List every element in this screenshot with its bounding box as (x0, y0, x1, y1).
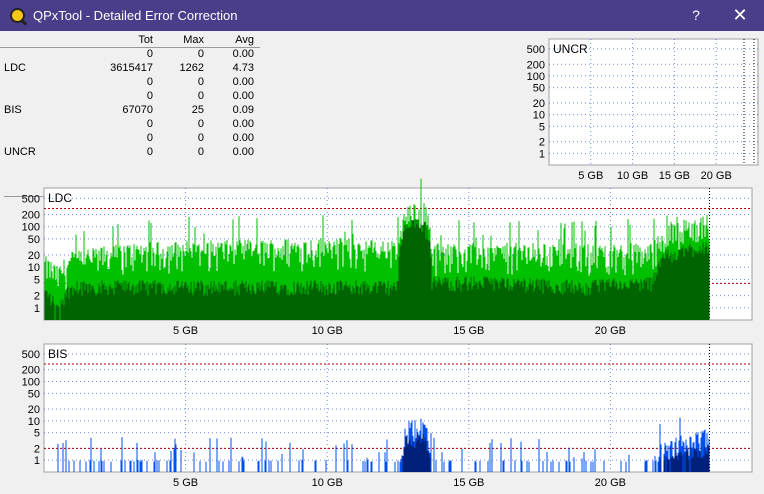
x-tick-label: 20 GB (595, 325, 626, 337)
stats-row-avg: 0.00 (232, 48, 254, 60)
y-tick-label: 200 (527, 59, 545, 71)
y-tick-label: 10 (533, 110, 545, 122)
y-tick-label: 5 (34, 274, 40, 286)
stats-header-max: Max (183, 34, 204, 46)
stats-row-max: 0 (197, 118, 204, 130)
stats-header-row: Tot Max Avg (0, 34, 260, 48)
chart-canvas: 12 51020 50100200 500 5 GB 10 GB 15 GB 20 GB BIS (22, 343, 753, 489)
y-tick-label: 500 (22, 349, 40, 361)
stats-row: 0 0 0.00 (0, 132, 260, 146)
x-tick-label: 20 GB (701, 170, 732, 182)
y-tick-label: 2 (34, 443, 40, 455)
y-tick-label: 100 (527, 71, 545, 83)
stats-row-tot: 0 (146, 118, 153, 130)
y-tick-label: 1 (539, 148, 545, 160)
close-button[interactable]: ✕ (726, 3, 754, 27)
y-tick-label: 10 (28, 262, 40, 274)
stats-row: 0 0 0.00 (0, 118, 260, 132)
x-tick-label: 15 GB (453, 477, 484, 489)
help-button[interactable]: ? (682, 3, 710, 27)
x-tick-label: 20 GB (595, 477, 626, 489)
chart-title: BIS (48, 347, 67, 361)
qpxtool-app-icon (10, 8, 25, 23)
stats-row-tot: 67070 (122, 104, 153, 116)
stats-row: BIS 67070 25 0.09 (0, 104, 260, 118)
stats-row-avg: 0.00 (232, 118, 254, 130)
stats-row-max: 0 (197, 132, 204, 144)
x-tick-label: 15 GB (453, 325, 484, 337)
stats-row: 0 0 0.00 (0, 76, 260, 90)
stats-row: 0 0 0.00 (0, 90, 260, 104)
x-tick-label: 10 GB (312, 477, 343, 489)
y-tick-label: 20 (28, 404, 40, 416)
stats-row-max: 1262 (179, 62, 204, 74)
y-tick-label: 2 (539, 137, 545, 149)
stats-header-avg: Avg (235, 34, 254, 46)
stats-row-avg: 0.00 (232, 132, 254, 144)
stats-row: UNCR 0 0 0.00 (0, 146, 260, 160)
y-tick-label: 50 (533, 83, 545, 95)
x-tick-label: 5 GB (578, 170, 603, 182)
y-tick-label: 10 (28, 416, 40, 428)
stats-row-tot: 3615417 (110, 62, 153, 74)
title-bar: QPxTool - Detailed Error Correction ? ✕ (0, 0, 764, 31)
y-tick-label: 50 (28, 388, 40, 400)
x-tick-label: 10 GB (617, 170, 648, 182)
y-tick-label: 500 (22, 193, 40, 205)
error-summary-table: Tot Max Avg 0 0 0.00 LDC 3615417 1262 4.… (0, 34, 260, 197)
y-tick-label: 20 (28, 250, 40, 262)
plot-area (548, 38, 759, 166)
y-tick-label: 5 (34, 428, 40, 440)
stats-header-tot: Tot (138, 34, 153, 46)
stats-row-name: LDC (4, 62, 27, 74)
y-tick-label: 100 (22, 377, 40, 389)
y-tick-label: 1 (34, 303, 40, 315)
ldc-chart: 1 2 5 10 20 50 100 200 500 5 GB 10 GB 15 GB 20 GB LDC (4, 178, 756, 340)
y-tick-label: 20 (533, 98, 545, 110)
stats-row-avg: 0.00 (232, 146, 254, 158)
x-tick-label: 5 GB (173, 477, 198, 489)
stats-row-avg: 0.09 (232, 104, 254, 116)
uncr-chart: 1 2 5 10 20 50 100 200 500 5 GB 10 GB 15 GB 20 GB UNC… (522, 37, 760, 185)
y-tick-label: 2 (34, 291, 40, 303)
stats-row-tot: 0 (146, 132, 153, 144)
x-tick-label: 5 GB (173, 325, 198, 337)
plot-area (43, 343, 753, 473)
stats-row-max: 0 (197, 76, 204, 88)
stats-row-tot: 0 (146, 48, 153, 60)
stats-row-max: 25 (191, 104, 204, 116)
stats-row-tot: 0 (146, 90, 153, 102)
chart-title: UNCR (553, 42, 588, 56)
stats-row-max: 0 (197, 90, 204, 102)
stats-row: LDC 3615417 1262 4.73 (0, 62, 260, 76)
window-title: QPxTool - Detailed Error Correction (33, 8, 238, 23)
y-tick-label: 50 (28, 234, 40, 246)
chart-title: LDC (48, 191, 72, 205)
bis-chart: 1 2 5 10 20 50 100 200 500 5 GB 10 GB 15 GB 20 GB BIS (4, 342, 756, 492)
x-tick-label: 10 GB (312, 325, 343, 337)
y-tick-label: 500 (527, 44, 545, 56)
stats-row-avg: 4.73 (232, 62, 254, 74)
stats-row-avg: 0.00 (232, 90, 254, 102)
y-tick-label: 100 (22, 222, 40, 234)
y-tick-label: 5 (539, 121, 545, 133)
chart-canvas: 12 51020 50100200 500 5 GB 10 GB 15 GB 20 GB LDC (22, 178, 753, 337)
stats-row-max: 0 (197, 146, 204, 158)
stats-row-tot: 0 (146, 146, 153, 158)
stats-row-name: BIS (4, 104, 22, 116)
stats-row-name: UNCR (4, 146, 36, 158)
x-tick-label: 15 GB (659, 170, 690, 182)
stats-row-tot: 0 (146, 76, 153, 88)
chart-canvas: 12 51020 50100200 500 5 GB 10 GB 15 GB 20 GB UNC… (527, 38, 759, 182)
stats-row: 0 0 0.00 (0, 48, 260, 62)
y-tick-label: 200 (22, 365, 40, 377)
stats-row-avg: 0.00 (232, 76, 254, 88)
stats-row-max: 0 (197, 48, 204, 60)
y-tick-label: 1 (34, 455, 40, 467)
y-tick-label: 200 (22, 209, 40, 221)
